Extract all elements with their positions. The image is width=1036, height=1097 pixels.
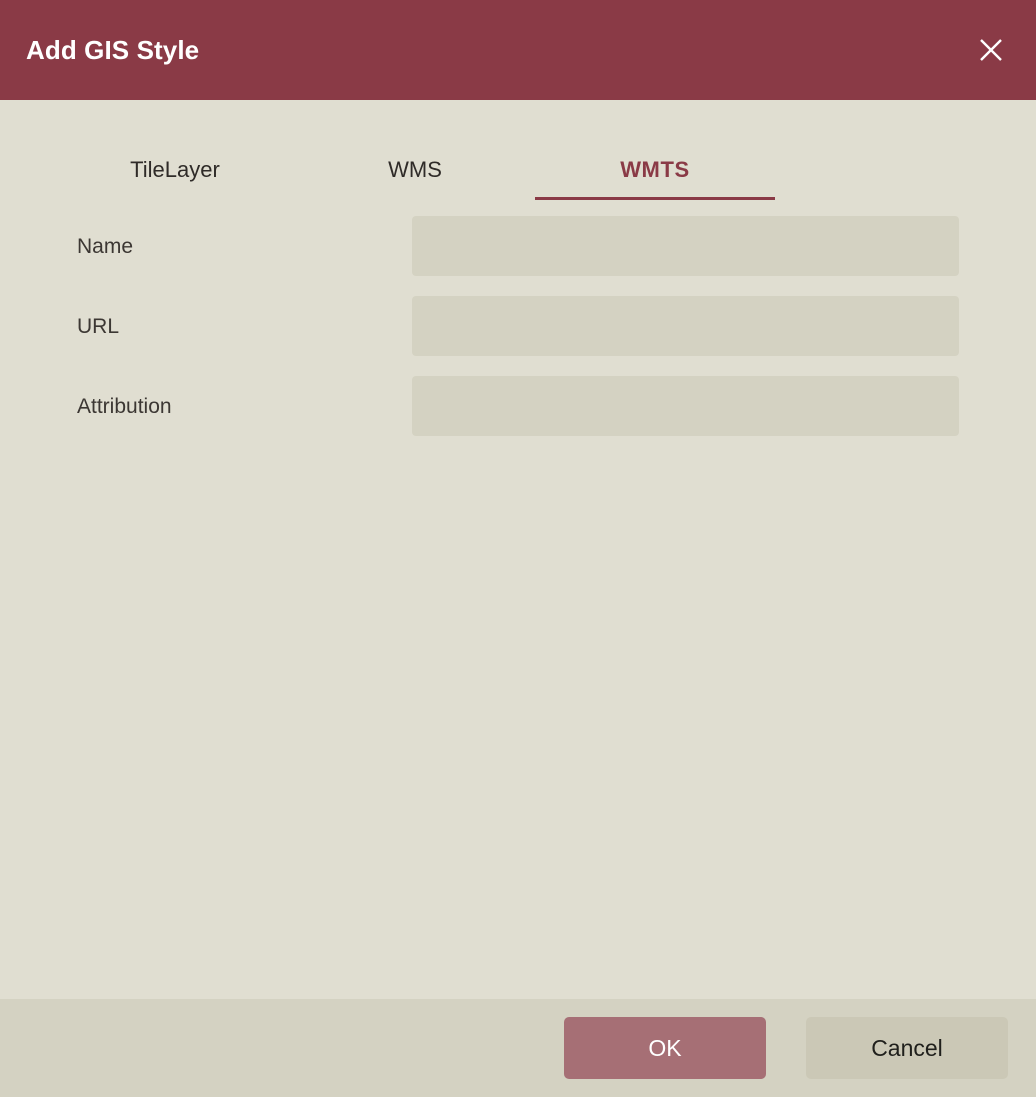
gis-style-form: Name URL Attribution xyxy=(0,216,1036,437)
tab-label: WMS xyxy=(388,157,442,182)
tab-tilelayer[interactable]: TileLayer xyxy=(55,157,295,200)
tab-bar: TileLayer WMS WMTS xyxy=(0,100,1036,201)
page-title: Add GIS Style xyxy=(26,35,200,65)
form-row-url: URL xyxy=(77,296,959,357)
url-label: URL xyxy=(77,314,120,338)
cancel-button[interactable]: Cancel xyxy=(806,1017,1008,1079)
url-input[interactable] xyxy=(412,296,959,357)
tab-wms[interactable]: WMS xyxy=(295,157,535,200)
name-label: Name xyxy=(77,234,134,258)
close-icon xyxy=(977,36,1005,64)
name-input[interactable] xyxy=(412,216,959,277)
form-row-name: Name xyxy=(77,216,959,277)
form-row-attribution: Attribution xyxy=(77,376,959,437)
tab-label: WMTS xyxy=(620,157,690,182)
attribution-input[interactable] xyxy=(412,376,959,437)
dialog-footer: OK Cancel xyxy=(0,999,1036,1097)
dialog-body: TileLayer WMS WMTS Name URL Attribution xyxy=(0,100,1036,999)
attribution-label: Attribution xyxy=(77,394,172,418)
dialog-header: Add GIS Style xyxy=(0,0,1036,100)
tab-wmts[interactable]: WMTS xyxy=(535,157,775,201)
add-gis-style-dialog: Add GIS Style TileLayer WMS WMTS Name UR… xyxy=(0,0,1036,1097)
close-button[interactable] xyxy=(968,27,1014,73)
ok-button[interactable]: OK xyxy=(564,1017,766,1079)
tab-label: TileLayer xyxy=(130,157,220,182)
